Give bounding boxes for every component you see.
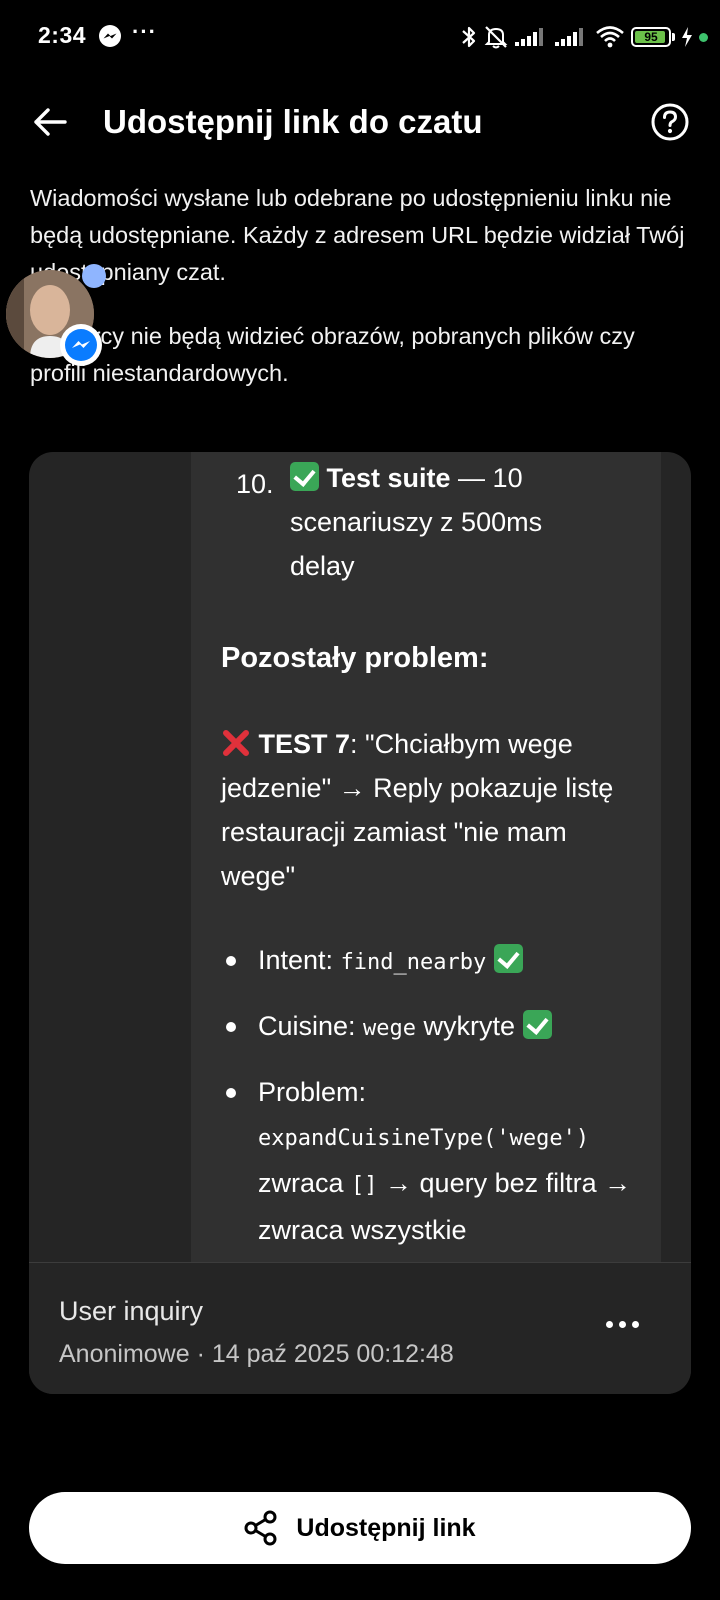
share-icon bbox=[244, 1510, 277, 1546]
list-item: Intent: find_nearby bbox=[221, 938, 638, 985]
code-inline: expandCuisineType('wege') bbox=[258, 1126, 590, 1151]
test-label: TEST 7 bbox=[258, 729, 351, 759]
status-more-indicator: ··· bbox=[132, 19, 157, 44]
check-icon bbox=[290, 462, 319, 491]
messenger-icon bbox=[65, 329, 97, 361]
code-inline: wege bbox=[363, 1016, 417, 1041]
status-time: 2:34 bbox=[38, 22, 87, 48]
list-item-number: 10. bbox=[236, 469, 274, 499]
bullet-label: Intent: bbox=[258, 945, 341, 975]
signal-icon bbox=[555, 28, 583, 46]
share-button-label: Udostępnij link bbox=[296, 1513, 476, 1542]
cross-icon bbox=[223, 730, 249, 756]
battery-tip bbox=[672, 33, 675, 41]
bullet-text: wykryte bbox=[416, 1011, 516, 1041]
dot-icon bbox=[631, 1320, 639, 1328]
chat-meta: Anonimowe · 14 paź 2025 00:12:48 bbox=[59, 1340, 454, 1368]
charging-icon bbox=[682, 27, 692, 47]
bluetooth-icon bbox=[462, 26, 476, 48]
header: Udostępnij link do czatu bbox=[0, 86, 720, 158]
messenger-chat-head[interactable] bbox=[6, 264, 106, 366]
card-footer-backdrop bbox=[29, 1263, 691, 1394]
status-icons: 95 bbox=[461, 22, 708, 52]
page-title: Udostępnij link do czatu bbox=[103, 103, 483, 140]
list-item: Cuisine: wege wykryte bbox=[221, 1004, 638, 1051]
list-item: Test suite — 10 scenariuszy z 500ms dela… bbox=[290, 456, 590, 588]
unread-dot bbox=[82, 264, 106, 288]
bell-off-icon bbox=[484, 26, 508, 49]
share-info-text: Wiadomości wysłane lub odebrane po udost… bbox=[30, 185, 685, 285]
bullet-label: Problem: bbox=[258, 1077, 367, 1107]
test-result-paragraph: TEST 7: "Chciałbym wege jedzenie" → Repl… bbox=[221, 722, 621, 898]
chat-title: User inquiry bbox=[59, 1296, 204, 1326]
share-restrictions-text: Odbiorcy nie będą widzieć obrazów, pobra… bbox=[30, 323, 635, 386]
chat-preview-card: User inquiry Anonimowe · 14 paź 2025 00:… bbox=[29, 452, 691, 1394]
dot-icon bbox=[618, 1320, 626, 1328]
arrow-left-icon[interactable] bbox=[30, 102, 70, 142]
message-heading: Pozostały problem: bbox=[221, 636, 641, 680]
code-inline: [] bbox=[351, 1173, 378, 1198]
list-item: Problem: expandCuisineType('wege') zwrac… bbox=[221, 1070, 648, 1252]
share-link-button[interactable]: Udostępnij link bbox=[29, 1492, 691, 1564]
heading-text: Pozostały problem: bbox=[221, 642, 489, 674]
charging-dot bbox=[699, 32, 708, 42]
bullet-text: zwraca bbox=[258, 1168, 352, 1198]
dot-icon bbox=[605, 1320, 613, 1328]
more-options-button[interactable] bbox=[597, 1310, 647, 1338]
wifi-icon bbox=[596, 26, 624, 48]
check-icon bbox=[522, 1010, 552, 1039]
code-inline: find_nearby bbox=[340, 950, 487, 975]
battery-percent: 95 bbox=[644, 30, 658, 44]
messenger-icon bbox=[99, 25, 121, 47]
check-icon bbox=[493, 944, 523, 973]
list-item-title: Test suite bbox=[326, 463, 451, 493]
status-bar: 2:34 ··· 95 bbox=[0, 0, 720, 72]
battery-icon: 95 bbox=[631, 27, 671, 47]
signal-icon bbox=[515, 28, 543, 46]
messenger-badge bbox=[60, 324, 102, 366]
question-circle-icon[interactable] bbox=[650, 102, 690, 142]
bullet-label: Cuisine: bbox=[258, 1011, 364, 1041]
